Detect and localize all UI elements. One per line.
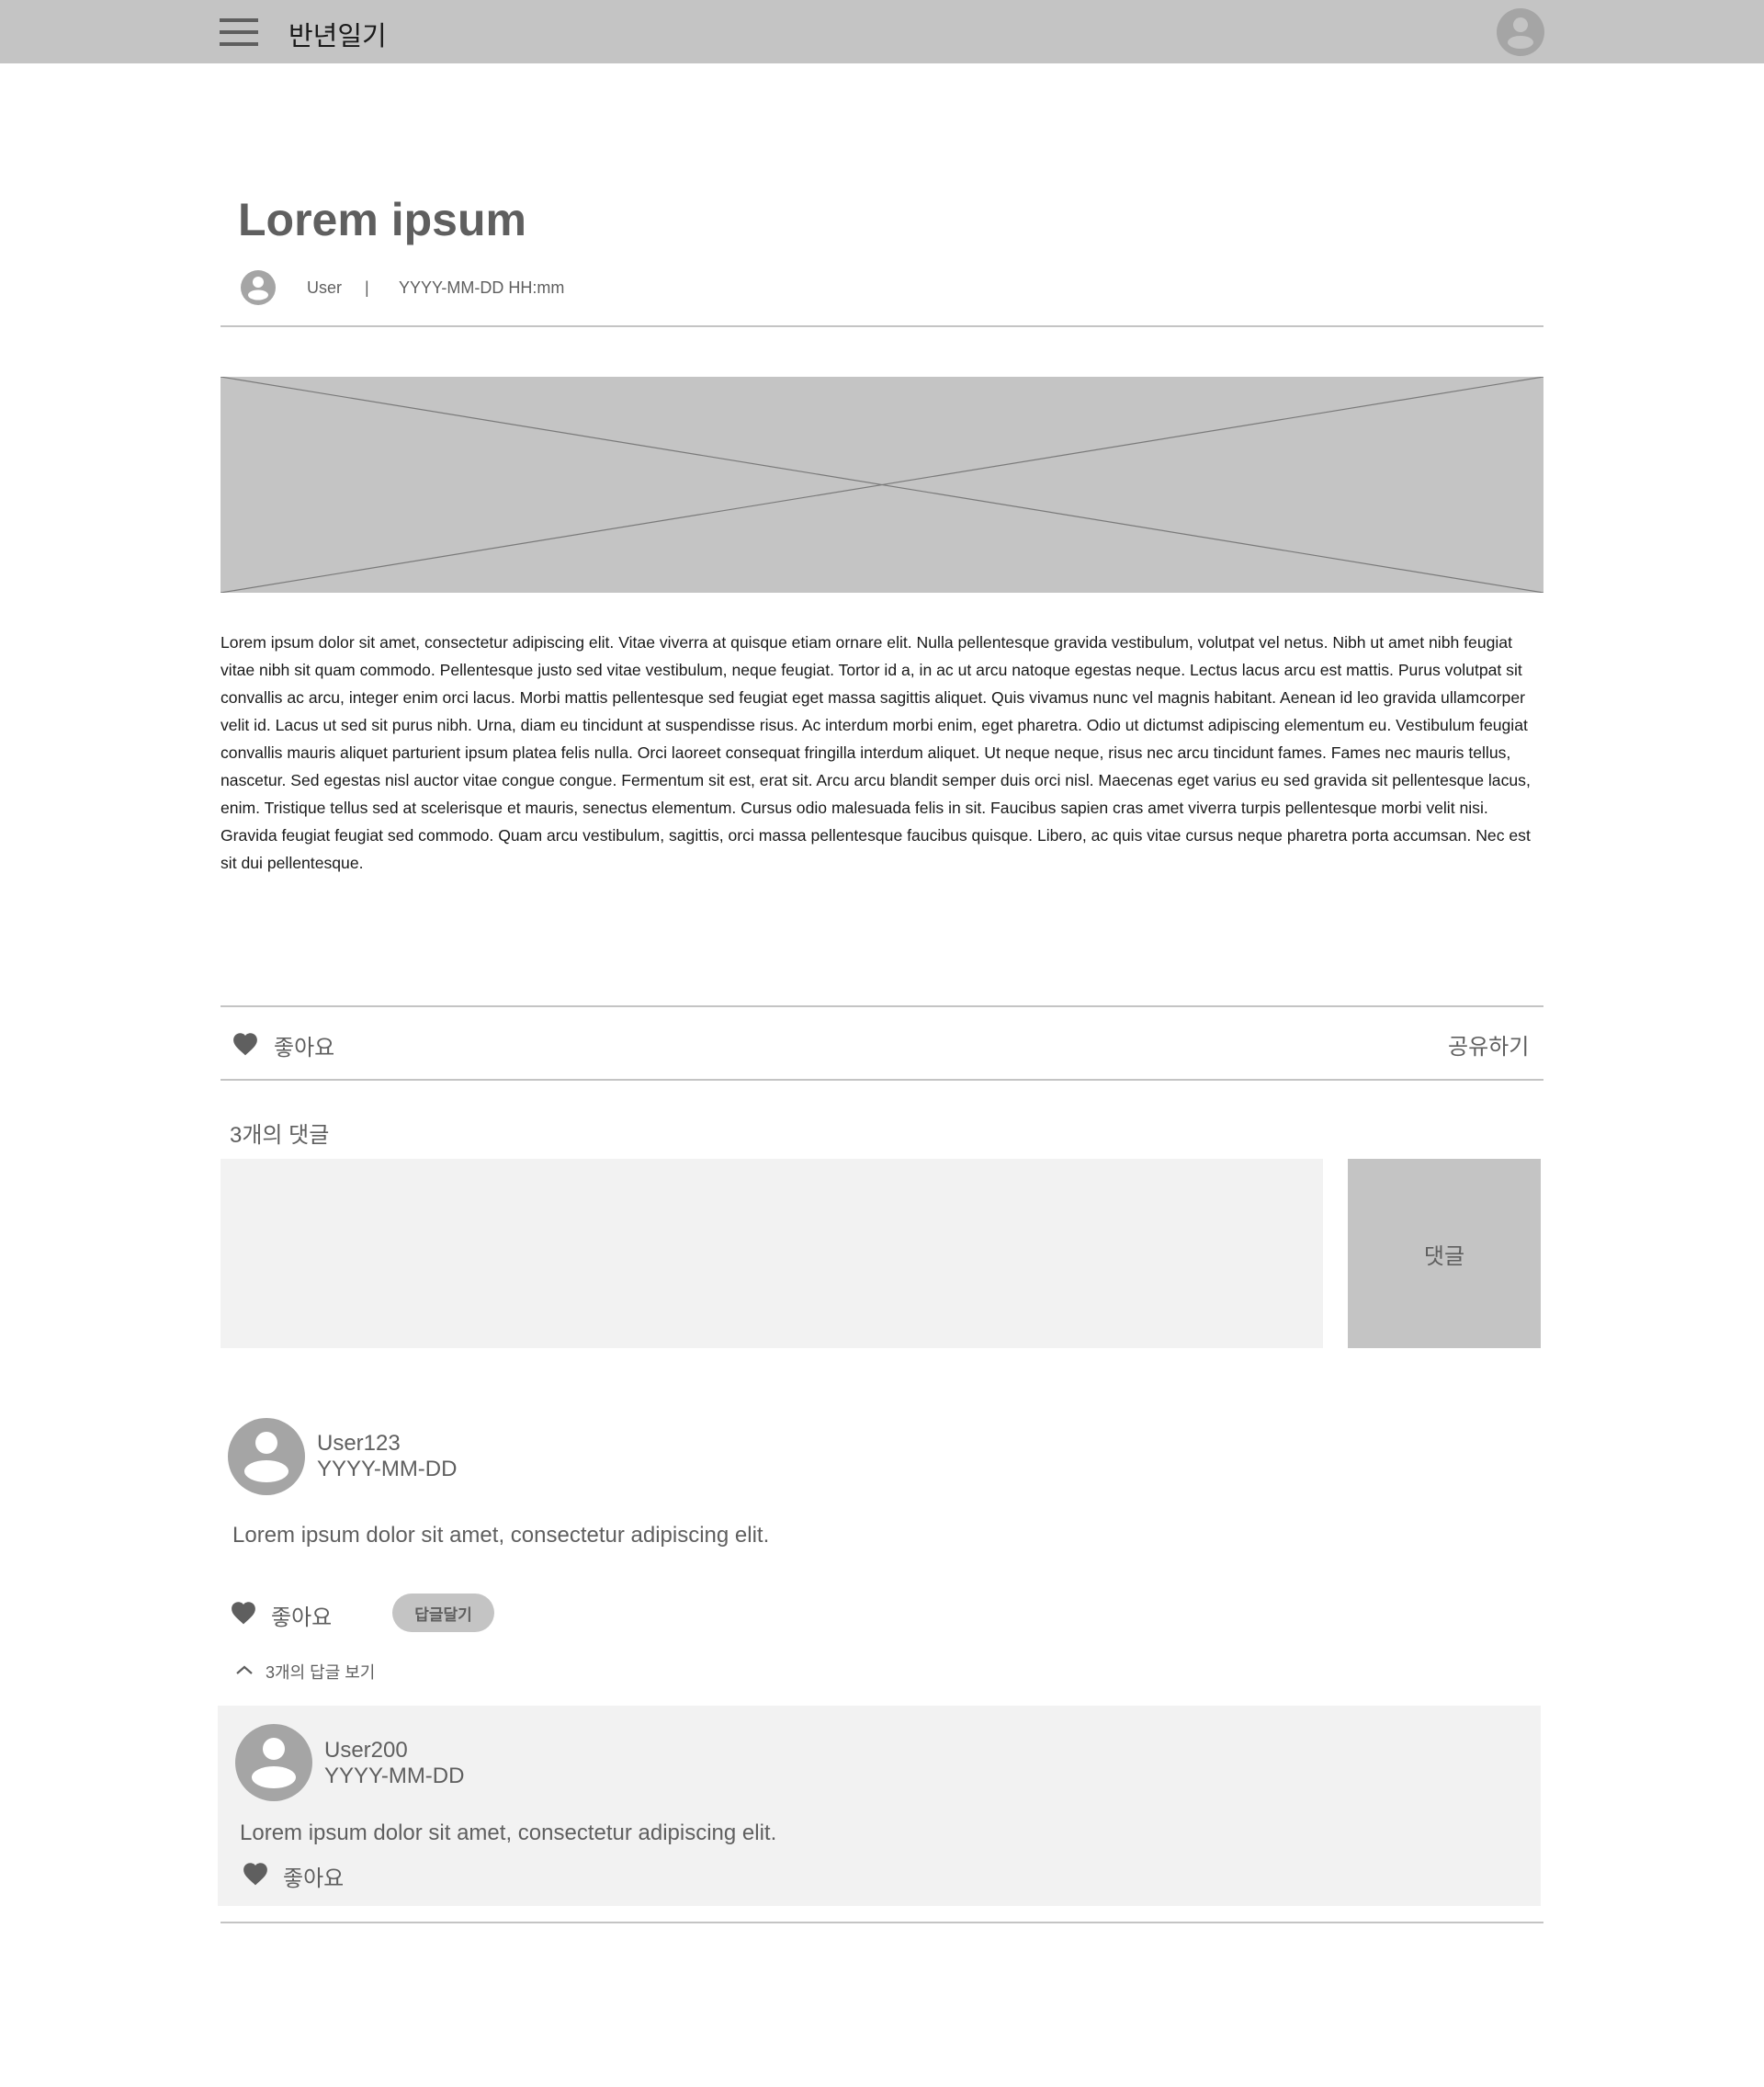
comment-username[interactable]: User123: [317, 1431, 401, 1457]
post-author: User: [307, 278, 343, 297]
reply-button[interactable]: 답글달기: [392, 1594, 494, 1632]
post-datetime: YYYY-MM-DD HH:mm: [399, 278, 565, 297]
replier-avatar-icon: [235, 1724, 312, 1801]
user-avatar-icon[interactable]: [1497, 8, 1544, 56]
comment-like-button[interactable]: 좋아요: [271, 1599, 332, 1631]
reply-text: Lorem ipsum dolor sit amet, consectetur …: [240, 1820, 777, 1845]
post-title: Lorem ipsum: [238, 194, 526, 245]
post-image-placeholder: [220, 377, 1544, 593]
reply-date: YYYY-MM-DD: [324, 1764, 465, 1788]
actions-top-divider: [220, 1005, 1544, 1007]
post-body-text: Lorem ipsum dolor sit amet, consectetur …: [220, 633, 1531, 872]
heart-icon[interactable]: [242, 1861, 269, 1886]
comment-count: 3개의 댓글: [230, 1123, 330, 1148]
hamburger-menu-icon[interactable]: [220, 18, 258, 46]
share-button[interactable]: 공유하기: [1448, 1028, 1529, 1061]
reply-username[interactable]: User200: [324, 1738, 408, 1764]
chevron-up-icon: [236, 1665, 253, 1674]
author-avatar-icon: [241, 270, 276, 305]
toggle-replies-label: 3개의 답글 보기: [266, 1663, 376, 1682]
top-app-bar: 반년일기: [0, 0, 1764, 63]
app-title: 반년일기: [288, 22, 387, 51]
meta-separator: |: [365, 278, 369, 297]
comment-input[interactable]: [220, 1159, 1323, 1348]
commenter-avatar-icon: [228, 1418, 305, 1495]
comment-date: YYYY-MM-DD: [317, 1457, 458, 1481]
comments-bottom-divider: [220, 1922, 1544, 1923]
heart-icon[interactable]: [230, 1600, 257, 1625]
reply-item: [218, 1706, 1541, 1906]
heart-icon[interactable]: [232, 1031, 259, 1056]
comment-submit-button[interactable]: 댓글: [1348, 1159, 1541, 1348]
comment-text: Lorem ipsum dolor sit amet, consectetur …: [232, 1523, 770, 1548]
actions-bottom-divider: [220, 1079, 1544, 1081]
post-like-button[interactable]: 좋아요: [274, 1029, 334, 1061]
reply-like-button[interactable]: 좋아요: [283, 1860, 344, 1892]
header-divider: [220, 325, 1544, 327]
